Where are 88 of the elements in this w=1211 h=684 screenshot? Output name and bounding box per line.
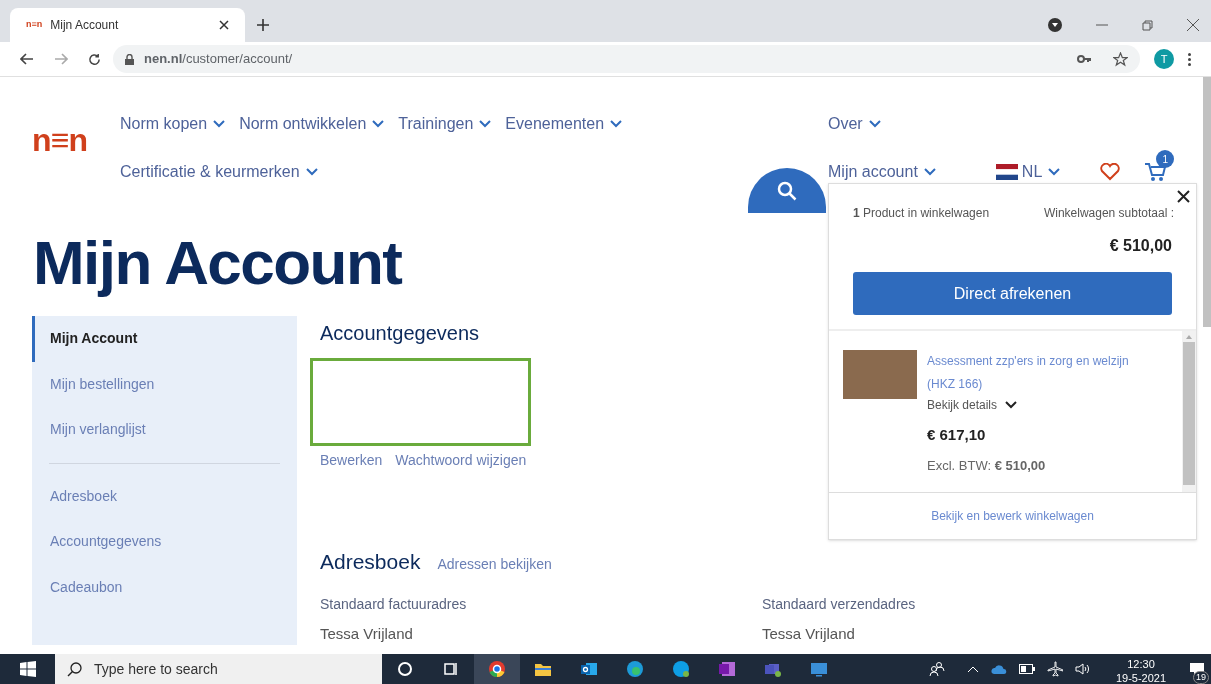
sidebar-item[interactable]: Mijn verlanglijst xyxy=(32,407,297,453)
scrollbar[interactable] xyxy=(1182,331,1196,492)
view-cart-link[interactable]: Bekijk en bewerk winkelwagen xyxy=(931,507,1094,525)
cart-count-text: 1 Product in winkelwagen xyxy=(853,205,990,222)
lock-icon xyxy=(125,53,134,65)
cloud-icon[interactable] xyxy=(991,664,1007,674)
subtotal-amount: € 510,00 xyxy=(1108,236,1172,256)
profile-avatar[interactable]: T xyxy=(1154,49,1174,69)
sidebar-item[interactable]: Mijn Account xyxy=(32,316,297,362)
chevron-down-icon xyxy=(1005,401,1018,409)
subtotal-label: Winkelwagen subtotaal : xyxy=(1043,205,1174,222)
menu-icon[interactable] xyxy=(1188,52,1191,66)
account-link[interactable]: Bewerken xyxy=(320,450,383,471)
key-icon[interactable] xyxy=(1077,55,1091,63)
windows-start-icon[interactable] xyxy=(19,661,36,677)
chevron-down-icon xyxy=(868,120,881,128)
monitor-icon[interactable] xyxy=(810,660,828,678)
search-button[interactable] xyxy=(748,168,826,213)
section-title: Adresboek xyxy=(320,549,421,575)
details-toggle[interactable]: Bekijk details xyxy=(927,396,1152,414)
search-icon xyxy=(777,180,797,201)
address-label: Standaard factuuradres xyxy=(320,594,468,614)
star-icon[interactable] xyxy=(1113,51,1128,67)
chevron-down-icon xyxy=(213,120,226,128)
chevron-down-icon xyxy=(372,120,385,128)
close-icon[interactable] xyxy=(219,20,229,30)
close-icon[interactable] xyxy=(1177,190,1190,203)
dutch-flag-icon xyxy=(995,164,1018,180)
reload-icon[interactable] xyxy=(88,52,101,66)
nav-link[interactable]: Norm kopen xyxy=(120,112,226,136)
notification-icon[interactable] xyxy=(1189,662,1205,676)
url-text: nen.nl/customer/account/ xyxy=(144,50,294,69)
cart-count-badge: 1 xyxy=(1156,150,1175,168)
language-selector[interactable]: NL xyxy=(1021,160,1061,184)
cortana-circle-icon[interactable] xyxy=(396,660,414,678)
chevron-down-icon xyxy=(923,168,936,176)
profile-dropdown-icon[interactable] xyxy=(1048,18,1062,32)
chevron-down-icon xyxy=(610,120,623,128)
account-link[interactable]: Wachtwoord wijzigen xyxy=(395,450,527,471)
nav-link[interactable]: Evenementen xyxy=(505,112,623,136)
excl-vat-price: Excl. BTW: € 510,00 xyxy=(927,456,1047,475)
checkout-button[interactable]: Direct afrekenen xyxy=(853,272,1172,315)
nav-link[interactable]: Mijn account xyxy=(828,160,936,184)
address-bar[interactable]: nen.nl/customer/account/ xyxy=(113,45,1140,73)
sidebar-item[interactable]: Adresboek xyxy=(32,473,297,519)
skype-icon[interactable] xyxy=(672,660,690,678)
back-icon[interactable] xyxy=(20,53,34,65)
page-scrollbar[interactable] xyxy=(1203,77,1211,327)
nav-link[interactable]: Certificatie & keurmerken xyxy=(120,160,318,184)
product-price: € 617,10 xyxy=(927,425,987,445)
airplane-icon[interactable] xyxy=(1047,661,1063,677)
new-tab-icon[interactable] xyxy=(257,19,269,31)
edge-icon[interactable] xyxy=(626,660,644,678)
nav-link[interactable]: Norm ontwikkelen xyxy=(239,112,385,136)
onenote-icon[interactable] xyxy=(718,660,736,678)
address-name: Tessa Vrijland xyxy=(762,623,856,644)
taskbar-search-field[interactable]: Type here to search xyxy=(55,654,382,684)
cart-icon[interactable] xyxy=(1144,162,1167,182)
volume-icon[interactable] xyxy=(1075,662,1091,676)
sidebar-item[interactable]: Mijn bestellingen xyxy=(32,361,297,407)
site-favicon: n≡n xyxy=(26,18,43,32)
search-icon xyxy=(67,661,82,677)
sidebar-item[interactable]: Cadeaubon xyxy=(32,564,297,610)
outlook-icon[interactable] xyxy=(580,660,598,678)
nav-link[interactable]: Over xyxy=(828,112,1167,136)
nav-link[interactable]: Trainingen xyxy=(398,112,492,136)
chevron-down-icon xyxy=(479,120,492,128)
product-link[interactable]: Assessment zzp'ers in zorg en welzijn (HKZ 166) xyxy=(927,350,1152,396)
chevron-up-icon[interactable] xyxy=(967,665,979,673)
battery-icon[interactable] xyxy=(1019,664,1035,674)
tab-title: Mijn Account xyxy=(50,17,120,34)
people-icon[interactable] xyxy=(929,661,945,677)
address-label: Standaard verzendadres xyxy=(762,594,917,614)
close-window-icon[interactable] xyxy=(1187,19,1199,31)
chrome-icon[interactable] xyxy=(488,660,506,678)
nen-logo[interactable]: n≡n xyxy=(32,122,88,158)
section-title: Accountgegevens xyxy=(320,321,479,346)
address-name: Tessa Vrijland xyxy=(320,623,414,644)
restore-icon[interactable] xyxy=(1142,19,1153,31)
chevron-down-icon xyxy=(1048,168,1061,176)
heart-icon[interactable] xyxy=(1100,163,1121,181)
clock[interactable]: 12:30 19-5-2021 xyxy=(1111,653,1171,684)
notification-count-badge: 19 xyxy=(1193,671,1209,684)
chevron-down-icon xyxy=(305,168,318,176)
sidebar-item[interactable]: Accountgegevens xyxy=(32,519,297,565)
task-view-icon[interactable] xyxy=(442,660,460,678)
address-link[interactable]: Adressen bekijken xyxy=(437,554,552,575)
browser-tab[interactable]: n≡n Mijn Account xyxy=(10,8,245,42)
